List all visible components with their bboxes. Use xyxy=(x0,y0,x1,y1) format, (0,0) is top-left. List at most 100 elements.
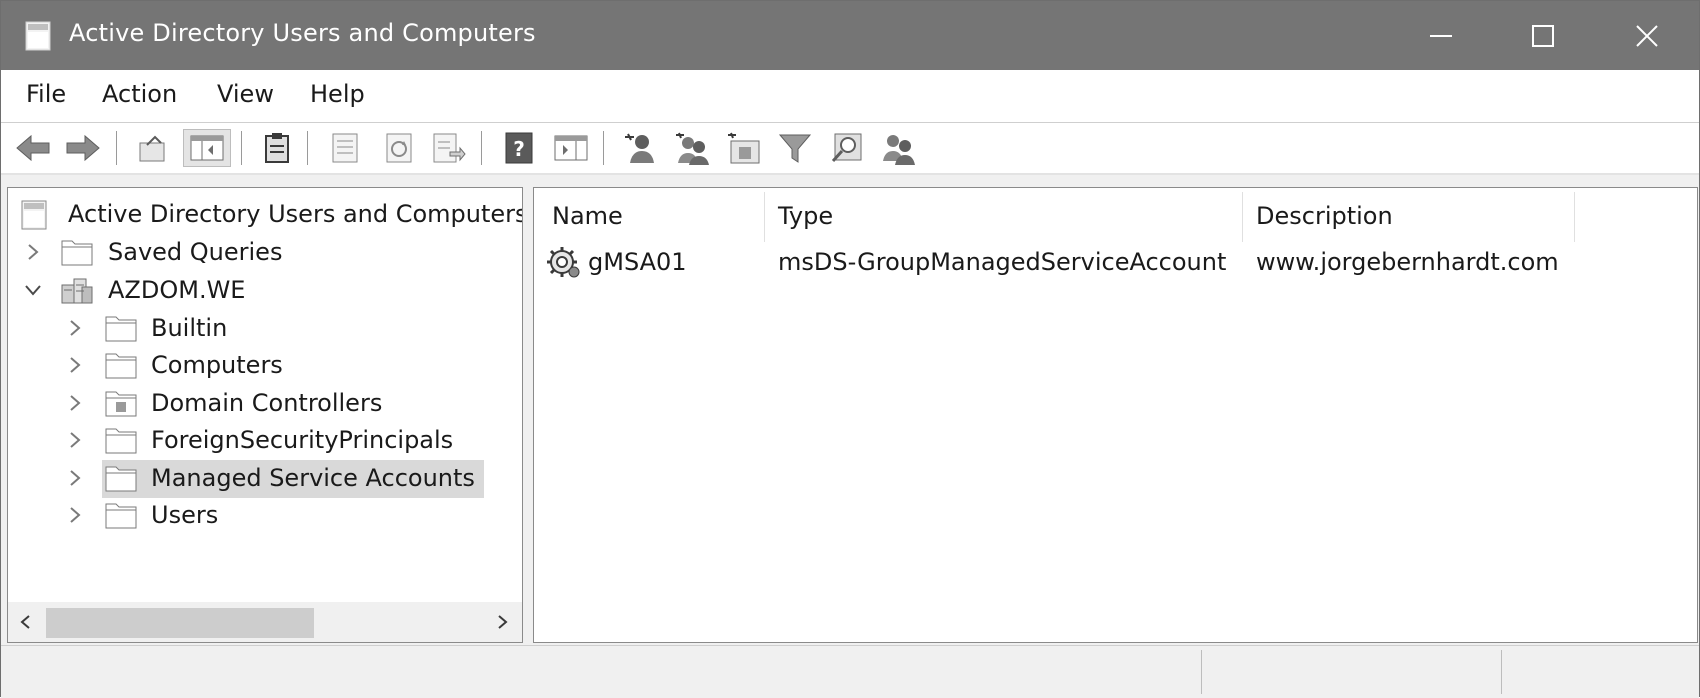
mmc-console-icon xyxy=(20,199,48,230)
cell-type: msDS-GroupManagedServiceAccount xyxy=(778,248,1227,276)
back-arrow-icon xyxy=(16,134,50,162)
status-bar xyxy=(1,645,1699,698)
minimize-icon xyxy=(1430,34,1452,37)
tree-root-label: Active Directory Users and Computers xyxy=(68,200,523,228)
show-action-pane-button[interactable] xyxy=(551,129,591,167)
horizontal-scrollbar[interactable] xyxy=(8,602,522,642)
details-list[interactable]: Name Type Description gMSA01 msDS-GroupM… xyxy=(533,187,1698,643)
column-header-name[interactable]: Name xyxy=(552,188,752,244)
maximize-button[interactable] xyxy=(1493,1,1593,70)
add-to-group-icon xyxy=(883,135,915,165)
toolbar-separator xyxy=(116,131,117,165)
new-user-icon xyxy=(625,133,654,163)
help-button[interactable]: ? xyxy=(499,129,539,167)
domain-icon xyxy=(60,275,96,305)
title-bar[interactable]: Active Directory Users and Computers xyxy=(1,1,1699,70)
app-window: Active Directory Users and Computers Fil… xyxy=(0,0,1700,698)
folder-icon xyxy=(104,425,140,455)
tree-item-managed-service-accounts[interactable]: Managed Service Accounts xyxy=(20,460,520,498)
column-divider[interactable] xyxy=(764,192,765,242)
tree-item-users[interactable]: Users xyxy=(20,497,520,533)
paste-button[interactable] xyxy=(257,129,297,167)
export-list-button[interactable] xyxy=(429,129,469,167)
show-hide-tree-icon xyxy=(190,135,224,161)
menu-action[interactable]: Action xyxy=(98,80,181,108)
chevron-right-icon[interactable] xyxy=(66,319,84,337)
new-group-button[interactable] xyxy=(673,129,713,167)
properties-icon xyxy=(332,133,358,163)
refresh-button[interactable] xyxy=(379,129,419,167)
scroll-right-icon[interactable] xyxy=(494,614,510,630)
tree-item-label: Saved Queries xyxy=(108,238,283,266)
chevron-right-icon[interactable] xyxy=(66,506,84,524)
ou-folder-icon xyxy=(104,388,140,418)
mmc-console-icon xyxy=(25,21,51,51)
folder-icon xyxy=(104,350,140,380)
chevron-down-icon[interactable] xyxy=(24,281,42,299)
scroll-left-icon[interactable] xyxy=(18,614,34,630)
list-row[interactable]: gMSA01 msDS-GroupManagedServiceAccount w… xyxy=(534,246,1694,282)
tree-root[interactable]: Active Directory Users and Computers xyxy=(20,196,523,232)
close-button[interactable] xyxy=(1597,1,1697,70)
tree-item-domain-controllers[interactable]: Domain Controllers xyxy=(20,385,520,421)
chevron-right-icon[interactable] xyxy=(66,356,84,374)
help-icon: ? xyxy=(505,132,533,164)
chevron-right-icon[interactable] xyxy=(66,394,84,412)
tree-item-saved-queries[interactable]: Saved Queries xyxy=(20,234,520,270)
forward-button[interactable] xyxy=(63,129,103,167)
menu-help[interactable]: Help xyxy=(306,80,369,108)
folder-icon xyxy=(104,313,140,343)
forward-arrow-icon xyxy=(66,134,100,162)
show-action-pane-icon xyxy=(554,135,588,161)
tree-item-label: Domain Controllers xyxy=(151,389,383,417)
tree-item-foreign-security-principals[interactable]: ForeignSecurityPrincipals xyxy=(20,422,520,458)
find-icon xyxy=(831,133,862,163)
properties-button[interactable] xyxy=(325,129,365,167)
refresh-icon xyxy=(386,133,412,163)
menu-file[interactable]: File xyxy=(22,80,70,108)
up-folder-icon xyxy=(139,135,165,162)
folder-icon xyxy=(60,237,96,267)
menu-view[interactable]: View xyxy=(213,80,278,108)
tree-item-label: AZDOM.WE xyxy=(108,276,246,304)
new-group-icon xyxy=(676,132,709,165)
chevron-right-icon[interactable] xyxy=(24,243,42,261)
tree-item-label: Builtin xyxy=(151,314,228,342)
tree-item-computers[interactable]: Computers xyxy=(20,347,520,383)
svg-text:?: ? xyxy=(513,137,525,161)
up-level-button[interactable] xyxy=(133,129,173,167)
find-button[interactable] xyxy=(827,129,867,167)
toolbar-separator xyxy=(603,131,604,165)
folder-icon xyxy=(104,500,140,530)
filter-button[interactable] xyxy=(775,129,815,167)
tree-item-label: ForeignSecurityPrincipals xyxy=(151,426,454,454)
scrollbar-thumb[interactable] xyxy=(46,608,314,638)
folder-icon xyxy=(104,463,140,493)
new-user-button[interactable] xyxy=(621,129,661,167)
console-tree[interactable]: Active Directory Users and Computers Sav… xyxy=(7,187,523,643)
paste-icon xyxy=(265,133,289,163)
column-header-description[interactable]: Description xyxy=(1256,188,1556,244)
tree-item-builtin[interactable]: Builtin xyxy=(20,310,520,346)
tree-item-azdom[interactable]: AZDOM.WE xyxy=(20,272,520,308)
chevron-right-icon[interactable] xyxy=(66,431,84,449)
add-to-group-button[interactable] xyxy=(879,129,919,167)
tree-item-label: Users xyxy=(151,501,219,529)
toolbar: ? xyxy=(1,123,1699,175)
column-divider[interactable] xyxy=(1242,192,1243,242)
maximize-icon xyxy=(1532,24,1554,47)
close-icon xyxy=(1636,24,1658,47)
toolbar-separator xyxy=(241,131,242,165)
column-header-type[interactable]: Type xyxy=(778,188,1238,244)
status-divider xyxy=(1201,650,1202,694)
chevron-right-icon[interactable] xyxy=(66,469,84,487)
window-title: Active Directory Users and Computers xyxy=(69,19,536,47)
new-ou-button[interactable] xyxy=(725,129,765,167)
column-divider[interactable] xyxy=(1574,192,1575,242)
back-button[interactable] xyxy=(13,129,53,167)
minimize-button[interactable] xyxy=(1391,1,1491,70)
show-hide-tree-button[interactable] xyxy=(183,129,231,167)
toolbar-separator xyxy=(481,131,482,165)
status-divider xyxy=(1501,650,1502,694)
filter-icon xyxy=(778,134,812,163)
